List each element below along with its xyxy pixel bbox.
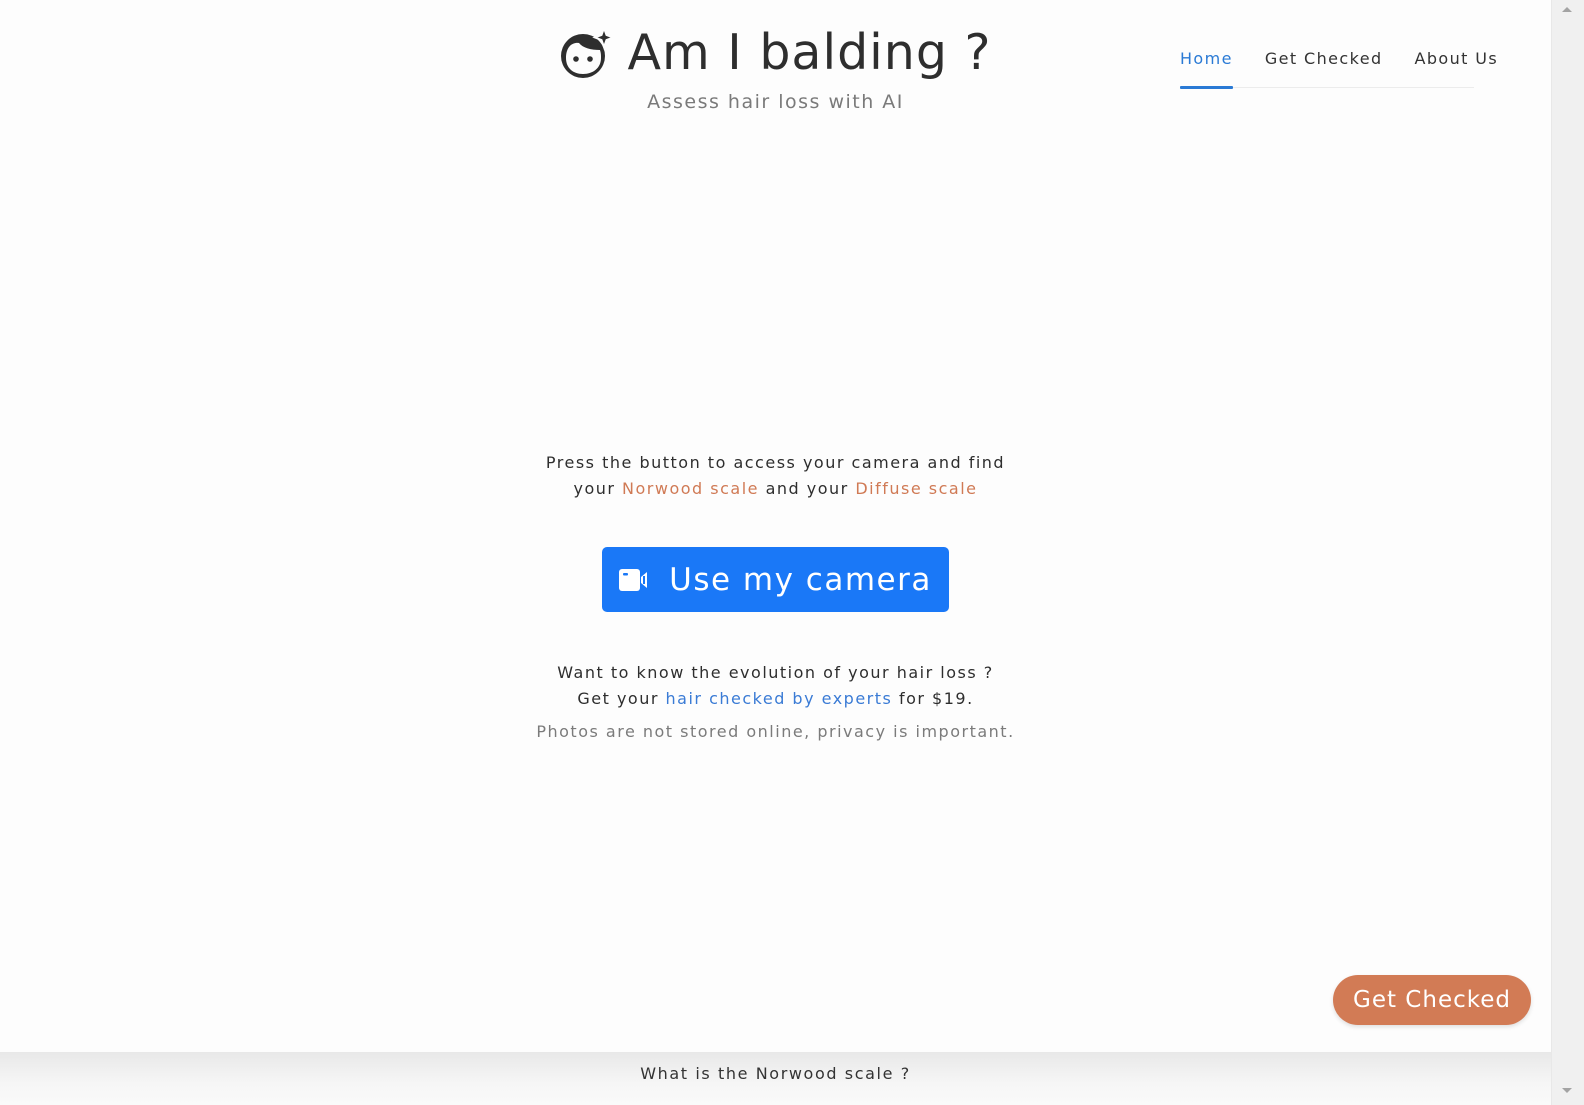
vertical-scrollbar[interactable] xyxy=(1551,0,1584,1105)
nav-tab-home[interactable]: Home xyxy=(1180,46,1233,89)
evolution-text: Want to know the evolution of your hair … xyxy=(0,660,1551,712)
evolution-prefix: Get your xyxy=(577,689,666,708)
use-camera-label: Use my camera xyxy=(669,561,932,598)
evolution-line-2: Get your hair checked by experts for $19… xyxy=(0,686,1551,712)
diffuse-scale-link[interactable]: Diffuse scale xyxy=(855,479,977,498)
privacy-note: Photos are not stored online, privacy is… xyxy=(536,722,1015,741)
main-nav: Home Get Checked About Us xyxy=(1180,46,1497,89)
norwood-scale-question[interactable]: What is the Norwood scale ? xyxy=(640,1064,911,1083)
intro-text: Press the button to access your camera a… xyxy=(0,450,1551,502)
evolution-line-1: Want to know the evolution of your hair … xyxy=(557,663,994,682)
intro-prefix: your xyxy=(573,479,623,498)
nav-tab-get-checked[interactable]: Get Checked xyxy=(1265,46,1383,88)
video-camera-icon xyxy=(619,568,649,591)
evolution-suffix: for $19. xyxy=(892,689,974,708)
site-subtitle: Assess hair loss with AI xyxy=(647,91,904,113)
use-camera-button[interactable]: Use my camera xyxy=(602,547,949,612)
get-checked-floating-button[interactable]: Get Checked xyxy=(1333,975,1531,1025)
scroll-up-arrow-icon[interactable] xyxy=(1562,7,1572,12)
intro-line-1: Press the button to access your camera a… xyxy=(545,453,1006,472)
nav-tab-about-us[interactable]: About Us xyxy=(1415,46,1499,88)
bottom-bar: What is the Norwood scale ? xyxy=(0,1052,1551,1105)
scroll-down-arrow-icon[interactable] xyxy=(1562,1088,1572,1093)
experts-check-link[interactable]: hair checked by experts xyxy=(666,689,893,708)
intro-line-2: your Norwood scale and your Diffuse scal… xyxy=(0,476,1551,502)
intro-middle: and your xyxy=(759,479,856,498)
brand-row: Am I balding ? xyxy=(559,18,991,88)
site-title: Am I balding ? xyxy=(627,24,992,81)
page: Am I balding ? Assess hair loss with AI … xyxy=(0,0,1551,1105)
norwood-scale-link[interactable]: Norwood scale xyxy=(622,479,759,498)
face-sparkle-icon xyxy=(559,25,617,80)
